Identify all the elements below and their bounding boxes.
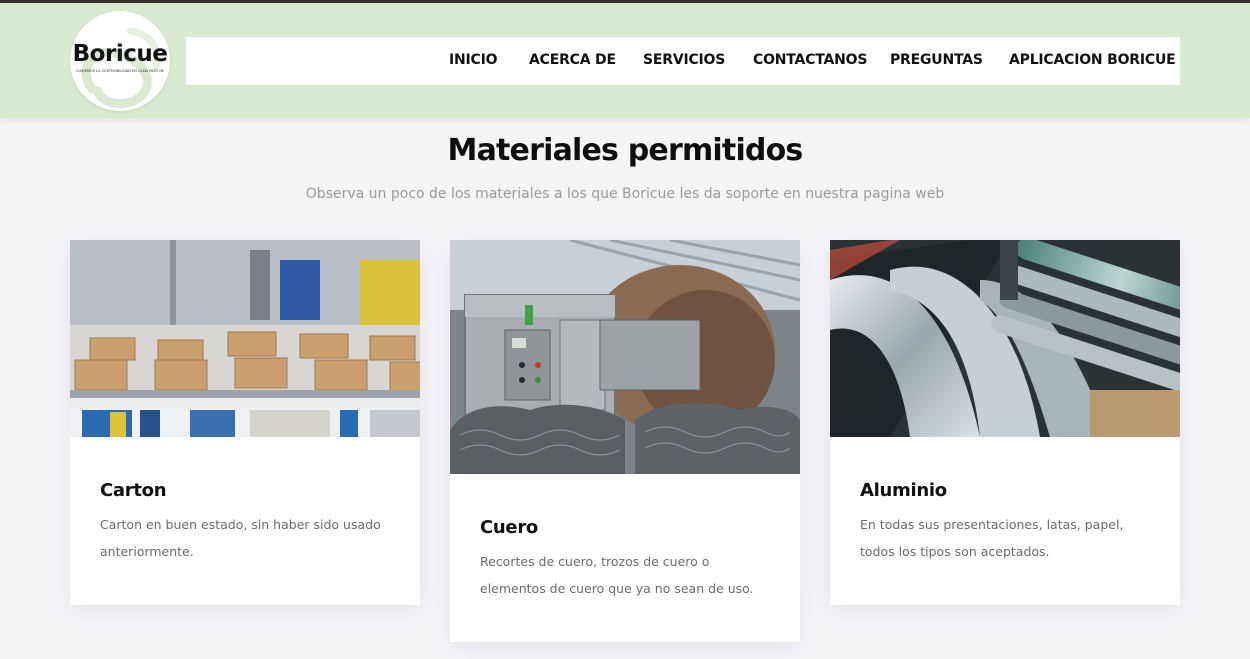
material-card-cuero[interactable]: Cuero Recortes de cuero, trozos de cuero… — [450, 240, 800, 642]
nav-servicios[interactable]: SERVICIOS — [643, 52, 725, 68]
main-navigation: INICIO ACERCA DE SERVICIOS CONTACTANOS P… — [186, 37, 1180, 85]
nav-acerca-de[interactable]: ACERCA DE — [529, 52, 616, 68]
card-description: En todas sus presentaciones, latas, pape… — [860, 517, 1124, 559]
aluminium-sheet-rollers-photo — [830, 240, 1180, 437]
card-description: Recortes de cuero, trozos de cuero o ele… — [480, 554, 754, 596]
nav-preguntas[interactable]: PREGUNTAS — [890, 52, 983, 68]
card-description: Carton en buen estado, sin haber sido us… — [100, 517, 381, 559]
nav-contactanos[interactable]: CONTACTANOS — [753, 52, 867, 68]
leather-processing-machine-photo — [450, 240, 800, 474]
section-subtitle: Observa un poco de los materiales a los … — [305, 186, 945, 202]
nav-aplicacion-boricue[interactable]: APLICACION BORICUE — [1009, 52, 1176, 68]
brand-logo[interactable]: Boricue CUIDEMOS LA SOSTENIBILIDAD EN CA… — [70, 11, 170, 111]
card-title: Cuero — [480, 517, 538, 538]
cardboard-boxes-conveyor-photo — [70, 240, 420, 437]
nav-inicio[interactable]: INICIO — [449, 52, 498, 68]
material-card-carton[interactable]: Carton Carton en buen estado, sin haber … — [70, 240, 420, 605]
card-title: Carton — [100, 480, 167, 501]
card-title: Aluminio — [860, 480, 947, 501]
brand-name: Boricue — [72, 41, 168, 67]
brand-tagline: CUIDEMOS LA SOSTENIBILIDAD EN CADA PASO … — [76, 69, 164, 73]
section-title: Materiales permitidos — [447, 133, 804, 168]
site-header: Boricue CUIDEMOS LA SOSTENIBILIDAD EN CA… — [0, 3, 1250, 118]
material-card-aluminio[interactable]: Aluminio En todas sus presentaciones, la… — [830, 240, 1180, 605]
